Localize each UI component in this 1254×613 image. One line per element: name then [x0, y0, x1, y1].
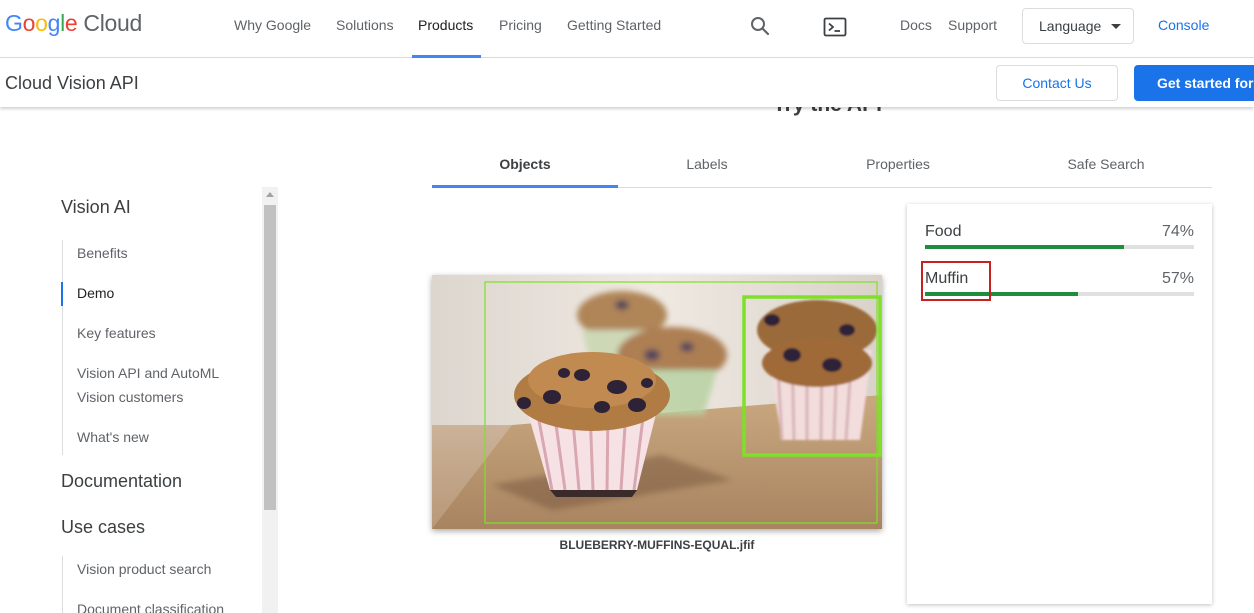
- logo-letter: o: [35, 10, 48, 36]
- nav-support-link[interactable]: Support: [948, 17, 997, 33]
- nav-item-why-google[interactable]: Why Google: [234, 17, 311, 33]
- result-score-bar-fill: [925, 245, 1125, 249]
- tab-objects[interactable]: Objects: [432, 156, 618, 172]
- language-select[interactable]: Language: [1022, 8, 1134, 44]
- analyzed-image: [432, 275, 882, 529]
- sidenav-item-customers[interactable]: Vision API and AutoML Vision customers: [77, 361, 247, 409]
- caret-down-icon: [1111, 23, 1122, 29]
- nav-active-underline: [412, 55, 481, 58]
- sidenav-item-whats-new[interactable]: What's new: [77, 425, 257, 449]
- logo-letter: G: [5, 10, 23, 36]
- result-percent: 74%: [1161, 223, 1194, 240]
- tab-safe-search[interactable]: Safe Search: [1000, 156, 1212, 172]
- tab-properties[interactable]: Properties: [800, 156, 996, 172]
- nav-docs-link[interactable]: Docs: [900, 17, 932, 33]
- logo-letter: e: [64, 10, 78, 36]
- nav-item-getting-started[interactable]: Getting Started: [567, 17, 661, 33]
- sidenav-divider: [62, 240, 63, 455]
- top-navigation: Google Cloud Why Google Solutions Product…: [0, 0, 1254, 58]
- sidenav-item-benefits[interactable]: Benefits: [77, 241, 257, 265]
- get-started-button[interactable]: Get started for free: [1134, 65, 1254, 101]
- logo-letter: o: [22, 10, 36, 36]
- logo-cloud-text: Cloud: [83, 10, 143, 36]
- product-subnav: Cloud Vision API Contact Us Get started …: [0, 59, 1254, 107]
- sidenav-group-documentation[interactable]: Documentation: [61, 471, 182, 492]
- sidenav-group-use-cases[interactable]: Use cases: [61, 517, 145, 538]
- terminal-icon[interactable]: [822, 14, 848, 40]
- sidenav-scrollbar-thumb[interactable]: [264, 205, 276, 510]
- sidenav-item-vision-product-search[interactable]: Vision product search: [77, 557, 257, 581]
- sidenav-item-key-features[interactable]: Key features: [77, 321, 257, 345]
- contact-us-button[interactable]: Contact Us: [996, 65, 1118, 101]
- tab-active-underline: [432, 185, 618, 188]
- nav-item-products[interactable]: Products: [418, 17, 473, 33]
- results-card: Food 74% Muffin 57%: [907, 204, 1212, 604]
- sidenav-item-demo[interactable]: Demo: [77, 281, 257, 305]
- sidenav-active-indicator: [61, 282, 63, 306]
- google-cloud-logo[interactable]: Google Cloud: [5, 10, 142, 37]
- result-percent: 57%: [1161, 270, 1194, 287]
- product-title: Cloud Vision API: [5, 73, 139, 93]
- muffins-photo: [432, 275, 882, 529]
- search-icon[interactable]: [747, 13, 773, 39]
- nav-item-solutions[interactable]: Solutions: [336, 17, 394, 33]
- nav-item-pricing[interactable]: Pricing: [499, 17, 542, 33]
- tab-labels[interactable]: Labels: [618, 156, 796, 172]
- console-link[interactable]: Console: [1158, 17, 1209, 33]
- sidenav-item-document-classification[interactable]: Document classification: [77, 597, 257, 613]
- sidenav-divider: [62, 556, 63, 613]
- sidenav-group-vision-ai[interactable]: Vision AI: [61, 197, 131, 218]
- logo-letter: g: [47, 10, 61, 36]
- language-label: Language: [1039, 18, 1102, 34]
- annotation-highlight-box: [921, 261, 991, 301]
- result-label: Food: [925, 223, 962, 240]
- scroll-up-arrow-icon[interactable]: [266, 192, 274, 197]
- image-file-name: BLUEBERRY-MUFFINS-EQUAL.jfif: [559, 538, 755, 552]
- result-score-bar: [925, 245, 1194, 249]
